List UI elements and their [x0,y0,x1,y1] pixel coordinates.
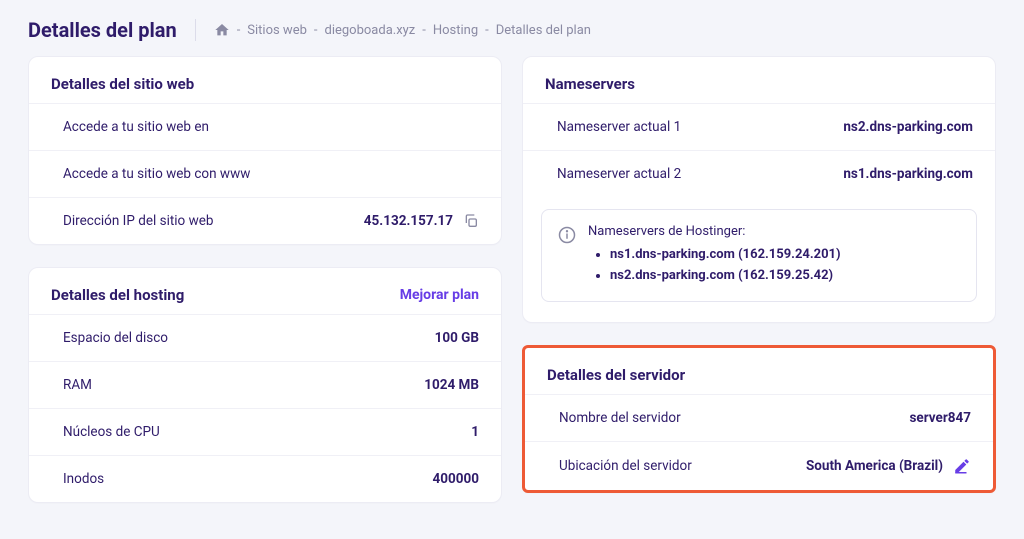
breadcrumb-sep: - [422,23,426,38]
label-ns2: Nameserver actual 2 [545,166,681,182]
label-website-access: Accede a tu sitio web en [51,119,209,135]
value-ns2: ns1.dns-parking.com [843,166,973,182]
value-server-location: South America (Brazil) [806,458,943,474]
value-ram: 1024 MB [424,377,479,393]
breadcrumb: - Sitios web - diegoboada.xyz - Hosting … [214,22,591,38]
row-website-ip: Dirección IP del sitio web 45.132.157.17 [29,197,501,244]
label-server-name: Nombre del servidor [547,410,681,426]
row-website-access: Accede a tu sitio web en [29,103,501,150]
label-website-ip: Dirección IP del sitio web [51,213,214,229]
breadcrumb-item-current: Detalles del plan [496,23,591,38]
card-server-details: Detalles del servidor Nombre del servido… [522,345,996,493]
info-icon [558,226,576,244]
breadcrumb-item-hosting[interactable]: Hosting [433,23,478,38]
value-inodes: 400000 [433,471,479,487]
card-title-server: Detalles del servidor [547,366,685,384]
breadcrumb-sep: - [237,23,241,38]
card-title-website: Detalles del sitio web [51,75,194,93]
info-intro: Nameservers de Hostinger: [588,224,841,239]
upgrade-plan-link[interactable]: Mejorar plan [400,287,479,303]
card-nameservers: Nameservers Nameserver actual 1 ns2.dns-… [522,56,996,323]
breadcrumb-sep: - [485,23,489,38]
value-ns1: ns2.dns-parking.com [843,119,973,135]
row-ns1: Nameserver actual 1 ns2.dns-parking.com [523,103,995,150]
row-website-access-www: Accede a tu sitio web con www [29,150,501,197]
breadcrumb-item-sites[interactable]: Sitios web [247,23,307,38]
edit-icon[interactable] [953,457,971,475]
card-title-nameservers: Nameservers [545,75,635,93]
row-ram: RAM 1024 MB [29,361,501,408]
card-hosting-details: Detalles del hosting Mejorar plan Espaci… [28,267,502,503]
card-website-details: Detalles del sitio web Accede a tu sitio… [28,56,502,245]
value-cpu: 1 [471,424,479,440]
page-title: Detalles del plan [28,18,177,42]
header-divider [195,19,196,41]
row-disk: Espacio del disco 100 GB [29,314,501,361]
nameserver-info-box: Nameservers de Hostinger: ns1.dns-parkin… [541,209,977,302]
value-disk: 100 GB [435,330,479,346]
row-ns2: Nameserver actual 2 ns1.dns-parking.com [523,150,995,197]
page-header: Detalles del plan - Sitios web - diegobo… [0,0,1024,56]
breadcrumb-item-domain[interactable]: diegoboada.xyz [324,23,415,38]
home-icon[interactable] [214,22,230,38]
label-ram: RAM [51,377,92,393]
label-server-location: Ubicación del servidor [547,458,692,474]
value-website-ip: 45.132.157.17 [364,213,453,229]
row-cpu: Núcleos de CPU 1 [29,408,501,455]
row-server-location: Ubicación del servidor South America (Br… [525,441,993,490]
info-ns1: ns1.dns-parking.com (162.159.24.201) [610,245,841,266]
copy-icon[interactable] [463,213,479,229]
label-website-access-www: Accede a tu sitio web con www [51,166,250,182]
row-server-name: Nombre del servidor server847 [525,394,993,441]
label-cpu: Núcleos de CPU [51,424,160,440]
row-inodes: Inodos 400000 [29,455,501,502]
label-inodes: Inodos [51,471,104,487]
value-server-name: server847 [909,410,971,426]
label-ns1: Nameserver actual 1 [545,119,681,135]
card-title-hosting: Detalles del hosting [51,286,184,304]
label-disk: Espacio del disco [51,330,168,346]
breadcrumb-sep: - [314,23,318,38]
info-ns2: ns2.dns-parking.com (162.159.25.42) [610,266,841,287]
